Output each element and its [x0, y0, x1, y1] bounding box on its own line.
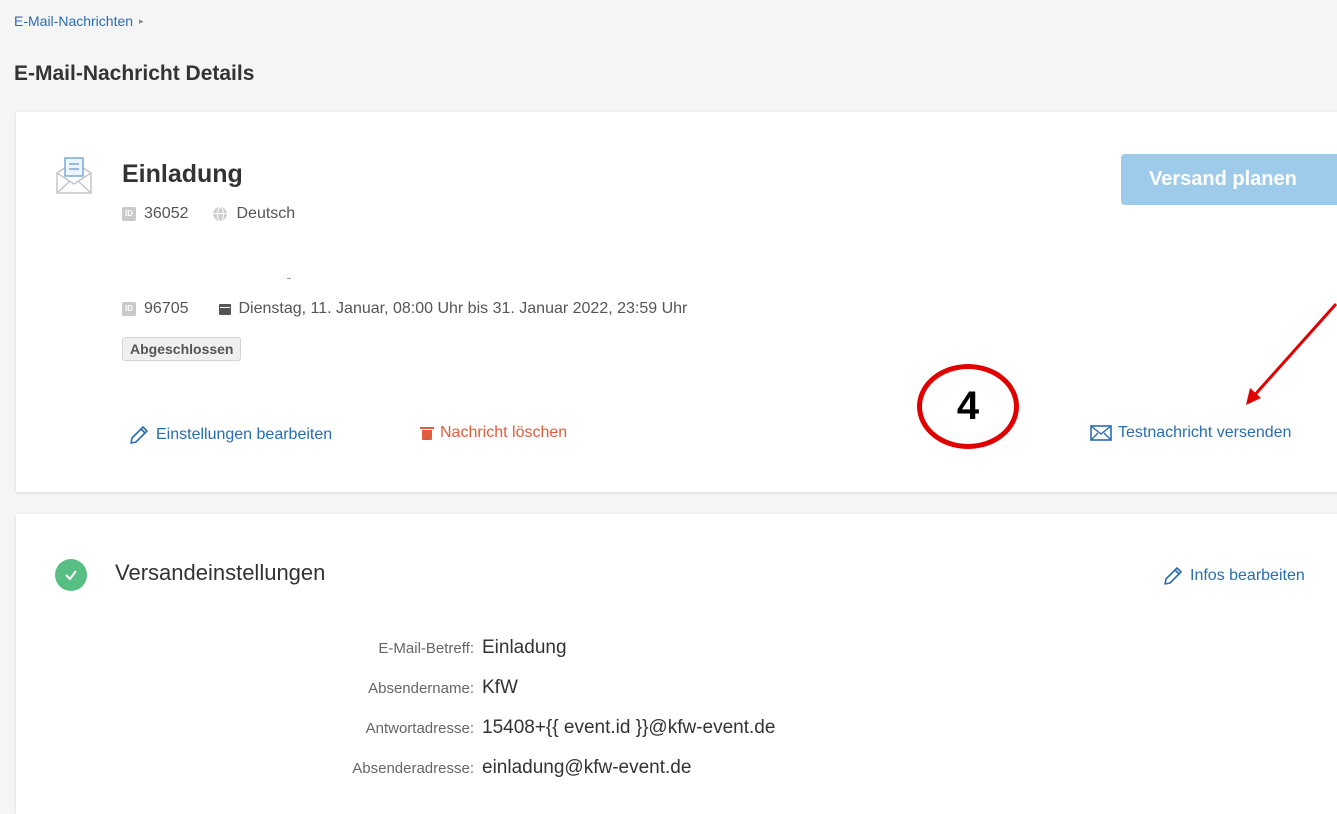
envelope-open-icon [56, 157, 92, 194]
step-annotation-circle: 4 [917, 364, 1019, 449]
breadcrumb-link-email-messages[interactable]: E-Mail-Nachrichten [14, 13, 133, 29]
settings-row-value: 15408+{{ event.id }}@kfw-event.de [482, 717, 776, 738]
id-icon: ID [122, 207, 136, 221]
settings-row-sender-address: Absenderadresse: einladung@kfw-event.de [0, 757, 1000, 779]
send-test-message-link[interactable]: Testnachricht versenden [1090, 424, 1291, 442]
pencil-icon [1164, 567, 1182, 585]
annotation-arrow [1246, 303, 1337, 405]
divider-dash [287, 278, 291, 279]
settings-row-sender-name: Absendername: KfW [0, 677, 1000, 699]
message-id: 36052 [144, 205, 189, 222]
message-meta: ID 36052 Deutsch [122, 205, 295, 223]
settings-row-value: Einladung [482, 637, 567, 658]
calendar-icon [218, 303, 231, 315]
edit-settings-link[interactable]: Einstellungen bearbeiten [128, 424, 332, 446]
delete-message-label: Nachricht löschen [440, 424, 568, 441]
message-title: Einladung [122, 160, 243, 188]
event-meta: ID 96705 Dienstag, 11. Januar, 08:00 Uhr… [122, 300, 687, 318]
step-number: 4 [956, 384, 980, 428]
plan-send-button[interactable]: Versand planen [1121, 154, 1337, 205]
trash-icon [420, 426, 434, 440]
send-test-message-label: Testnachricht versenden [1118, 424, 1292, 441]
status-badge: Abgeschlossen [122, 337, 242, 361]
breadcrumb: E-Mail-Nachrichten ▸ [14, 13, 144, 29]
event-id: 96705 [144, 300, 189, 317]
globe-icon [212, 207, 227, 222]
settings-row-label: Absendername: [368, 680, 474, 697]
pencil-icon [130, 426, 148, 444]
send-settings-title: Versandeinstellungen [115, 560, 326, 585]
settings-row-value: einladung@kfw-event.de [482, 757, 692, 778]
event-date-range: Dienstag, 11. Januar, 08:00 Uhr bis 31. … [238, 300, 688, 317]
settings-row-reply-address: Antwortadresse: 15408+{{ event.id }}@kfw… [0, 717, 1000, 739]
settings-row-label: Absenderadresse: [352, 760, 474, 777]
edit-info-link[interactable]: Infos bearbeiten [1162, 565, 1305, 587]
caret-right-icon: ▸ [139, 15, 144, 26]
check-circle-icon [55, 559, 87, 591]
settings-row-label: Antwortadresse: [365, 720, 474, 737]
delete-message-link[interactable]: Nachricht löschen [420, 424, 567, 442]
settings-row-value: KfW [482, 677, 518, 698]
edit-settings-label: Einstellungen bearbeiten [156, 426, 333, 443]
settings-row-subject: E-Mail-Betreff: Einladung [0, 637, 1000, 659]
settings-row-label: E-Mail-Betreff: [378, 640, 474, 657]
message-language: Deutsch [236, 205, 296, 222]
id-icon: ID [122, 302, 136, 316]
envelope-icon [1090, 425, 1112, 441]
page-title: E-Mail-Nachricht Details [14, 62, 255, 85]
edit-info-label: Infos bearbeiten [1190, 567, 1305, 584]
